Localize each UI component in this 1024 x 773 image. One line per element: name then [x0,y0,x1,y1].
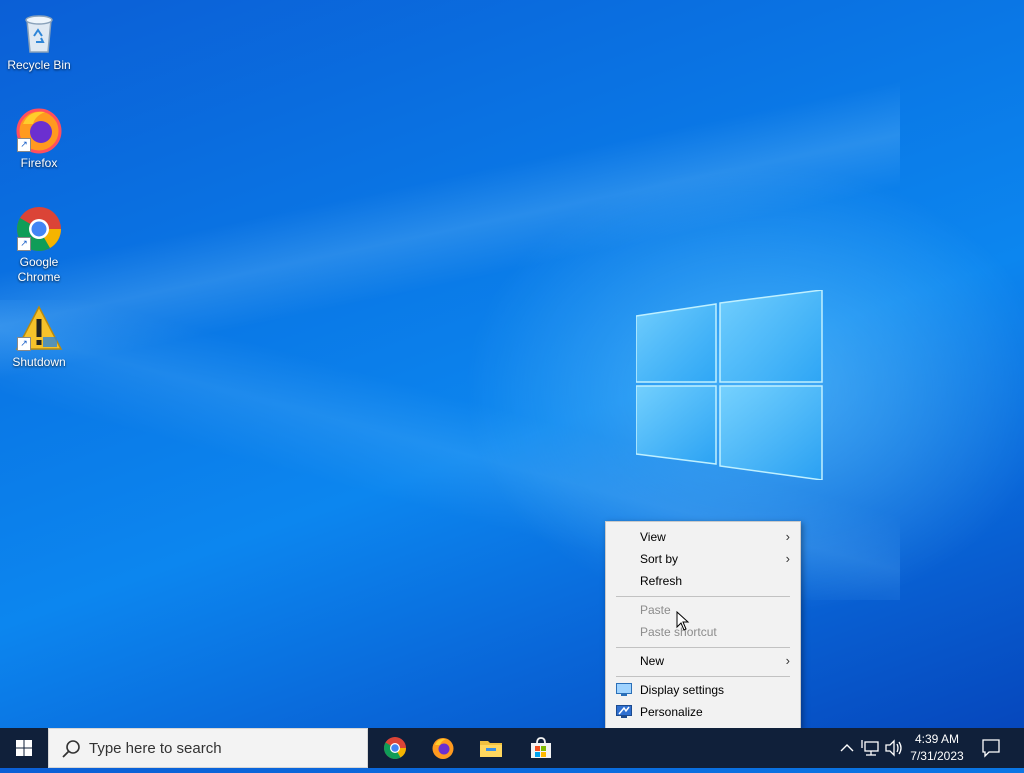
desktop-icon-shutdown[interactable]: ↗ Shutdown [1,305,77,370]
shortcut-arrow-icon: ↗ [17,138,31,152]
desktop-icon-label: Google Chrome [17,255,61,284]
store-icon [531,737,551,758]
taskbar-app-chrome[interactable] [371,728,419,768]
clock-time: 4:39 AM [914,732,960,746]
mouse-cursor-icon [676,611,690,631]
taskbar-app-store[interactable] [517,728,565,768]
shortcut-arrow-icon: ↗ [17,337,31,351]
desktop-icon-label: Firefox [20,156,58,170]
desktop-icon-recycle-bin[interactable]: Recycle Bin [1,8,77,73]
menu-item-paste: Paste [606,599,800,621]
menu-item-paste-shortcut: Paste shortcut [606,621,800,643]
file-explorer-icon [480,741,502,757]
desktop-icon-firefox[interactable]: ↗ Firefox [1,106,77,171]
menu-item-label: Personalize [640,705,703,719]
taskbar-clock[interactable]: 4:39 AM 7/31/2023 [902,731,972,765]
chevron-right-icon: › [785,529,790,544]
menu-item-label: View [640,530,666,544]
desktop-context-menu: View › Sort by › Refresh Paste Paste sho… [605,521,801,729]
taskbar-app-firefox[interactable] [419,728,467,768]
menu-item-refresh[interactable]: Refresh [606,570,800,592]
menu-item-label: Sort by [640,552,679,566]
menu-item-label: Display settings [640,683,725,697]
shutdown-warning-icon: ↗ [15,305,63,353]
taskbar: Type here to search 4:39 AM 7/31/2023 [0,728,1024,768]
show-hidden-icons-button[interactable] [838,728,856,768]
taskbar-app-file-explorer[interactable] [467,728,515,768]
firefox-icon [432,738,454,759]
volume-tray-button[interactable] [884,728,904,768]
shortcut-arrow-icon: ↗ [17,237,31,251]
menu-separator [616,647,790,648]
menu-item-label: New [640,654,665,668]
search-icon [62,740,80,758]
notification-icon [982,739,1000,758]
start-button[interactable] [0,728,48,768]
search-placeholder: Type here to search [89,740,222,757]
network-tray-button[interactable] [860,728,882,768]
menu-item-label: Refresh [640,574,683,588]
display-icon [616,683,632,696]
menu-separator [616,676,790,677]
chevron-right-icon: › [785,551,790,566]
network-icon [861,740,879,756]
desktop-icon-google-chrome[interactable]: ↗ Google Chrome [1,205,77,285]
menu-item-sort-by[interactable]: Sort by › [606,548,800,570]
chevron-right-icon: › [785,653,790,668]
chrome-icon: ↗ [15,205,63,253]
menu-item-label: Paste [640,603,671,617]
action-center-button[interactable] [974,728,1024,768]
menu-item-personalize[interactable]: Personalize [606,701,800,723]
windows-start-icon [16,740,32,756]
firefox-icon: ↗ [15,106,63,154]
menu-item-view[interactable]: View › [606,526,800,548]
menu-separator [616,596,790,597]
chrome-icon [384,737,406,759]
volume-icon [885,739,902,757]
personalize-icon [616,705,632,718]
clock-date: 7/31/2023 [910,749,964,763]
menu-item-new[interactable]: New › [606,650,800,672]
windows-logo-wallpaper [636,290,823,480]
taskbar-search-box[interactable]: Type here to search [48,728,368,768]
chevron-up-icon [840,744,854,752]
desktop-icon-label: Recycle Bin [7,58,71,72]
recycle-bin-icon [15,8,63,56]
menu-item-display-settings[interactable]: Display settings [606,679,800,701]
desktop-icon-label: Shutdown [12,355,66,369]
